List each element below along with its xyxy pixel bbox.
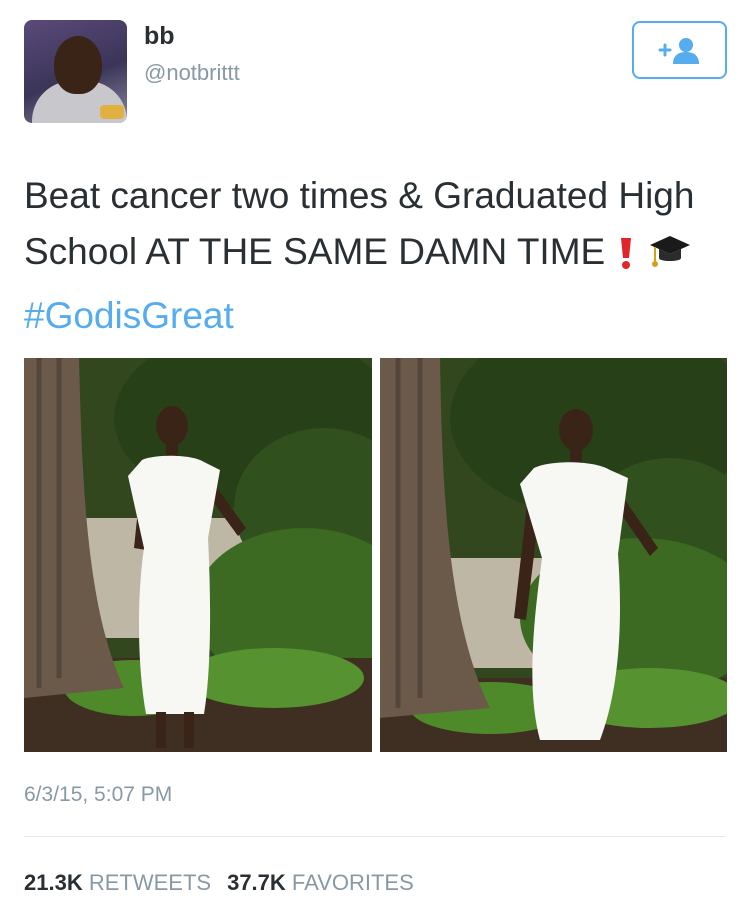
avatar[interactable] — [24, 20, 127, 123]
stats-divider — [24, 836, 726, 837]
tweet-photo-1[interactable] — [24, 358, 372, 752]
hashtag-link[interactable]: #GodisGreat — [24, 295, 234, 336]
favorites-stat[interactable]: 37.7K FAVORITES — [227, 870, 414, 895]
follow-button[interactable] — [632, 21, 727, 79]
exclamation-icon — [615, 232, 637, 288]
favorites-count: 37.7K — [227, 870, 286, 895]
add-user-icon — [658, 38, 699, 64]
favorites-label: FAVORITES — [291, 870, 414, 895]
display-name[interactable]: bb — [144, 22, 175, 51]
engagement-stats: 21.3K RETWEETS 37.7K FAVORITES — [24, 870, 414, 896]
retweets-stat[interactable]: 21.3K RETWEETS — [24, 870, 211, 895]
tweet-body: Beat cancer two times & Graduated High S… — [24, 175, 695, 272]
tweet-text: Beat cancer two times & Graduated High S… — [24, 168, 724, 344]
avatar-face — [54, 36, 102, 94]
tweet-photo-2[interactable] — [380, 358, 727, 752]
graduation-cap-icon — [648, 232, 692, 288]
tweet-timestamp[interactable]: 6/3/15, 5:07 PM — [24, 783, 172, 807]
retweets-label: RETWEETS — [88, 870, 212, 895]
user-handle[interactable]: @notbrittt — [144, 60, 240, 86]
retweets-count: 21.3K — [24, 870, 83, 895]
avatar-hoodie-logo — [100, 105, 124, 119]
